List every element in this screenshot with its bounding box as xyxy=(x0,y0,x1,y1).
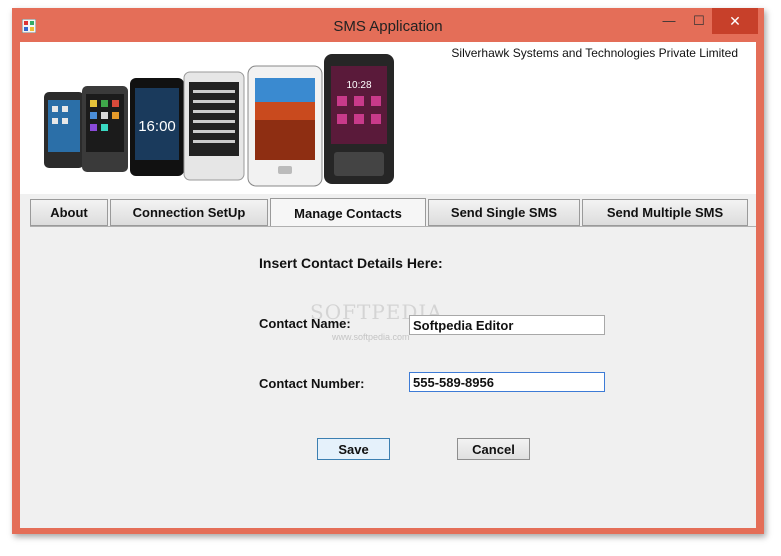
contact-number-label: Contact Number: xyxy=(259,376,365,391)
window-title: SMS Application xyxy=(333,18,443,35)
tab-about[interactable]: About xyxy=(30,199,108,226)
save-button[interactable]: Save xyxy=(317,438,390,460)
phone-clock: 16:00 xyxy=(138,118,176,135)
tab-panel xyxy=(30,226,756,529)
cancel-button[interactable]: Cancel xyxy=(457,438,530,460)
contact-number-input[interactable] xyxy=(409,372,605,392)
client-area: Silverhawk Systems and Technologies Priv… xyxy=(20,42,756,528)
phone-5 xyxy=(247,65,323,187)
app-window: SMS Application — ☐ ✕ Silverhawk Systems… xyxy=(12,8,764,534)
tab-manage-contacts[interactable]: Manage Contacts xyxy=(270,198,426,227)
phone-3: 16:00 xyxy=(130,78,184,176)
close-button[interactable]: ✕ xyxy=(712,8,758,34)
company-name: Silverhawk Systems and Technologies Priv… xyxy=(451,46,738,60)
phones-banner-image: 16:00 10:28 xyxy=(44,54,394,187)
tab-send-multiple-sms[interactable]: Send Multiple SMS xyxy=(582,199,748,226)
watermark-url: www.softpedia.com xyxy=(332,332,410,342)
phone-2 xyxy=(82,86,128,172)
phone-4 xyxy=(183,71,245,181)
phone-1 xyxy=(44,92,84,168)
phone-clock-2: 10:28 xyxy=(346,80,371,91)
tab-connection-setup[interactable]: Connection SetUp xyxy=(110,199,268,226)
phone-6: 10:28 xyxy=(324,54,394,184)
tab-send-single-sms[interactable]: Send Single SMS xyxy=(428,199,580,226)
contact-name-input[interactable] xyxy=(409,315,605,335)
title-bar[interactable]: SMS Application — ☐ ✕ xyxy=(12,8,764,42)
banner: Silverhawk Systems and Technologies Priv… xyxy=(20,42,756,194)
minimize-button[interactable]: — xyxy=(655,8,683,34)
form-heading: Insert Contact Details Here: xyxy=(259,255,443,271)
maximize-button[interactable]: ☐ xyxy=(685,8,713,34)
contact-name-label: Contact Name: xyxy=(259,316,351,331)
